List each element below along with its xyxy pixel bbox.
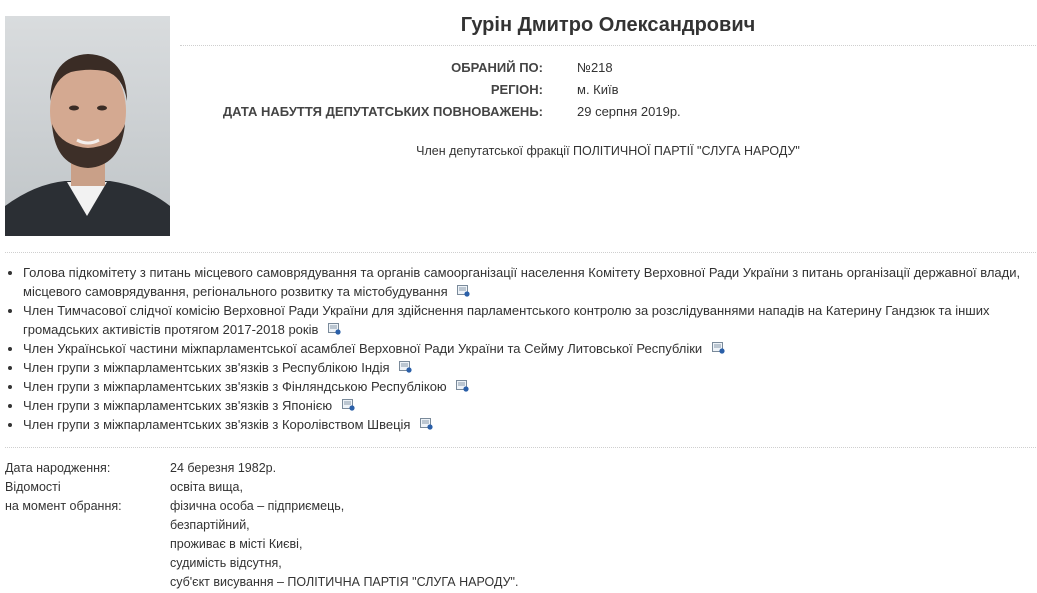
info-row-elected: ОБРАНИЙ ПО: №218 bbox=[180, 60, 1036, 78]
role-text-line: Член Української частини міжпарламентськ… bbox=[23, 341, 703, 356]
birth-date-label: Дата народження: bbox=[5, 461, 111, 475]
info-label-mandate-date: ДАТА НАБУТТЯ ДЕПУТАТСЬКИХ ПОВНОВАЖЕНЬ: bbox=[222, 104, 543, 119]
document-link-icon[interactable] bbox=[711, 342, 725, 354]
role-text-line: громадських активістів протягом 2017-201… bbox=[23, 322, 319, 337]
list-item: Член групи з міжпарламентських зв'язків … bbox=[23, 358, 1036, 377]
section-divider-top bbox=[5, 252, 1036, 253]
info-row-mandate-date: ДАТА НАБУТТЯ ДЕПУТАТСЬКИХ ПОВНОВАЖЕНЬ: 2… bbox=[180, 104, 1036, 122]
deputy-portrait-photo bbox=[5, 16, 170, 236]
bio-line: судимість відсутня, bbox=[170, 556, 282, 570]
role-text-line: Член групи з міжпарламентських зв'язків … bbox=[23, 417, 411, 432]
role-text-line: Член групи з міжпарламентських зв'язків … bbox=[23, 360, 390, 375]
portrait-icon bbox=[5, 16, 170, 236]
document-link-icon[interactable] bbox=[341, 399, 355, 411]
document-link-icon[interactable] bbox=[420, 418, 433, 430]
info-at-election-label: Відомості bbox=[5, 480, 61, 494]
list-item: Голова підкомітету з питань місцевого са… bbox=[23, 263, 1036, 301]
document-link-icon[interactable] bbox=[456, 380, 469, 392]
info-label-region: РЕГІОН: bbox=[490, 82, 543, 97]
bio-line: фізична особа – підприємець, bbox=[170, 499, 345, 513]
faction-membership: Член депутатської фракції ПОЛІТИЧНОЇ ПАР… bbox=[416, 144, 800, 158]
role-text-line: Член групи з міжпарламентських зв'язків … bbox=[23, 379, 447, 394]
birth-date-value: 24 березня 1982р. bbox=[170, 461, 277, 475]
document-link-icon[interactable] bbox=[328, 323, 341, 335]
title-divider bbox=[180, 45, 1036, 46]
info-at-election-label: на момент обрання: bbox=[5, 499, 122, 513]
list-item: Член групи з міжпарламентських зв'язків … bbox=[23, 415, 1036, 434]
role-text-line: Член Тимчасової слідчої комісію Верховно… bbox=[23, 303, 990, 318]
list-item: Член групи з міжпарламентських зв'язків … bbox=[23, 377, 1036, 396]
page-title: Гурін Дмитро Олександрович bbox=[460, 14, 756, 36]
document-link-icon[interactable] bbox=[399, 361, 412, 373]
bio-line: проживає в місті Києві, bbox=[170, 537, 303, 551]
document-link-icon[interactable] bbox=[457, 285, 470, 297]
roles-list: Голова підкомітету з питань місцевого са… bbox=[5, 263, 1036, 434]
bio-line: безпартійний, bbox=[170, 518, 250, 532]
role-text-line: Член групи з міжпарламентських зв'язків … bbox=[23, 398, 333, 413]
info-value-region: м. Київ bbox=[577, 82, 619, 97]
info-value-elected: №218 bbox=[577, 60, 613, 75]
role-text-line: Голова підкомітету з питань місцевого са… bbox=[23, 265, 1021, 280]
bio-line: суб'єкт висування – ПОЛІТИЧНА ПАРТІЯ "СЛ… bbox=[170, 575, 519, 589]
info-label-elected: ОБРАНИЙ ПО: bbox=[451, 60, 543, 75]
bio-line: освіта вища, bbox=[170, 480, 243, 494]
info-value-mandate-date: 29 серпня 2019р. bbox=[577, 104, 681, 119]
role-text-line: місцевого самоврядування, регіонального … bbox=[23, 284, 448, 299]
section-divider-bottom bbox=[5, 447, 1036, 448]
list-item: Член Української частини міжпарламентськ… bbox=[23, 339, 1036, 358]
info-row-region: РЕГІОН: м. Київ bbox=[180, 82, 1036, 100]
list-item: Член Тимчасової слідчої комісію Верховно… bbox=[23, 301, 1036, 339]
list-item: Член групи з міжпарламентських зв'язків … bbox=[23, 396, 1036, 415]
